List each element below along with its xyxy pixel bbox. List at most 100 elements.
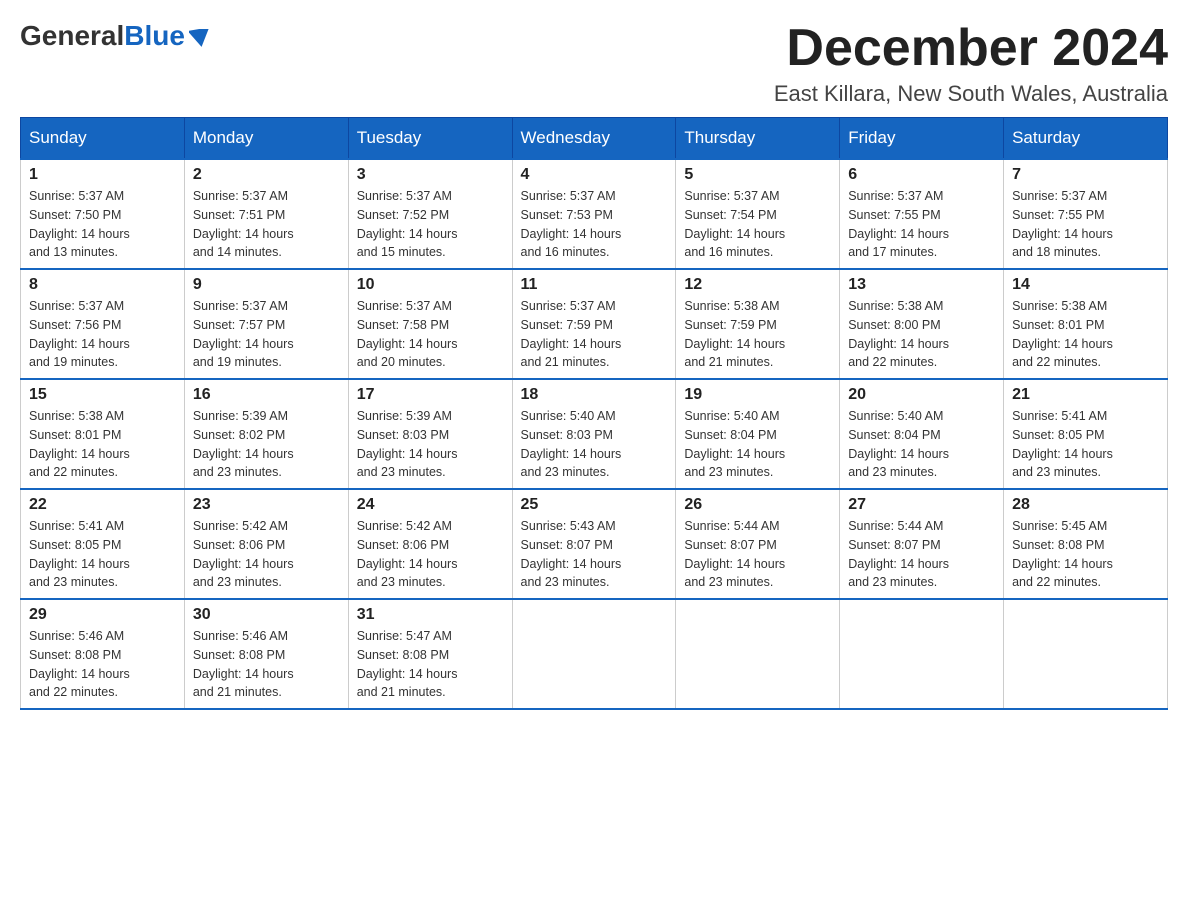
calendar-cell: 31 Sunrise: 5:47 AM Sunset: 8:08 PM Dayl… bbox=[348, 599, 512, 709]
day-info: Sunrise: 5:39 AM Sunset: 8:02 PM Dayligh… bbox=[193, 407, 340, 482]
calendar-cell: 23 Sunrise: 5:42 AM Sunset: 8:06 PM Dayl… bbox=[184, 489, 348, 599]
calendar-cell: 7 Sunrise: 5:37 AM Sunset: 7:55 PM Dayli… bbox=[1004, 159, 1168, 269]
day-info: Sunrise: 5:38 AM Sunset: 8:00 PM Dayligh… bbox=[848, 297, 995, 372]
calendar-week-row: 29 Sunrise: 5:46 AM Sunset: 8:08 PM Dayl… bbox=[21, 599, 1168, 709]
calendar-cell: 17 Sunrise: 5:39 AM Sunset: 8:03 PM Dayl… bbox=[348, 379, 512, 489]
day-info: Sunrise: 5:40 AM Sunset: 8:04 PM Dayligh… bbox=[684, 407, 831, 482]
logo-arrow-icon bbox=[189, 29, 211, 47]
logo-general-text: General bbox=[20, 20, 124, 52]
day-info: Sunrise: 5:40 AM Sunset: 8:03 PM Dayligh… bbox=[521, 407, 668, 482]
logo-blue-part: Blue bbox=[124, 20, 211, 52]
day-number: 7 bbox=[1012, 166, 1159, 184]
logo-blue-text: Blue bbox=[124, 20, 185, 52]
page-header: General Blue December 2024 East Killara,… bbox=[20, 20, 1168, 107]
calendar-cell: 1 Sunrise: 5:37 AM Sunset: 7:50 PM Dayli… bbox=[21, 159, 185, 269]
calendar-cell: 10 Sunrise: 5:37 AM Sunset: 7:58 PM Dayl… bbox=[348, 269, 512, 379]
calendar-cell: 27 Sunrise: 5:44 AM Sunset: 8:07 PM Dayl… bbox=[840, 489, 1004, 599]
calendar-cell: 3 Sunrise: 5:37 AM Sunset: 7:52 PM Dayli… bbox=[348, 159, 512, 269]
day-info: Sunrise: 5:38 AM Sunset: 7:59 PM Dayligh… bbox=[684, 297, 831, 372]
calendar-cell: 6 Sunrise: 5:37 AM Sunset: 7:55 PM Dayli… bbox=[840, 159, 1004, 269]
day-number: 16 bbox=[193, 386, 340, 404]
calendar-cell: 2 Sunrise: 5:37 AM Sunset: 7:51 PM Dayli… bbox=[184, 159, 348, 269]
day-number: 20 bbox=[848, 386, 995, 404]
day-info: Sunrise: 5:42 AM Sunset: 8:06 PM Dayligh… bbox=[193, 517, 340, 592]
location-title: East Killara, New South Wales, Australia bbox=[774, 81, 1168, 107]
day-number: 10 bbox=[357, 276, 504, 294]
calendar-cell: 14 Sunrise: 5:38 AM Sunset: 8:01 PM Dayl… bbox=[1004, 269, 1168, 379]
day-info: Sunrise: 5:37 AM Sunset: 7:52 PM Dayligh… bbox=[357, 187, 504, 262]
day-info: Sunrise: 5:37 AM Sunset: 7:53 PM Dayligh… bbox=[521, 187, 668, 262]
day-info: Sunrise: 5:37 AM Sunset: 7:59 PM Dayligh… bbox=[521, 297, 668, 372]
day-number: 21 bbox=[1012, 386, 1159, 404]
month-title: December 2024 bbox=[774, 20, 1168, 77]
calendar-cell: 18 Sunrise: 5:40 AM Sunset: 8:03 PM Dayl… bbox=[512, 379, 676, 489]
day-number: 12 bbox=[684, 276, 831, 294]
day-number: 8 bbox=[29, 276, 176, 294]
day-number: 4 bbox=[521, 166, 668, 184]
calendar-header-thursday: Thursday bbox=[676, 118, 840, 160]
day-number: 27 bbox=[848, 496, 995, 514]
calendar-week-row: 15 Sunrise: 5:38 AM Sunset: 8:01 PM Dayl… bbox=[21, 379, 1168, 489]
day-info: Sunrise: 5:37 AM Sunset: 7:50 PM Dayligh… bbox=[29, 187, 176, 262]
day-number: 15 bbox=[29, 386, 176, 404]
day-number: 29 bbox=[29, 606, 176, 624]
day-info: Sunrise: 5:46 AM Sunset: 8:08 PM Dayligh… bbox=[193, 627, 340, 702]
day-info: Sunrise: 5:46 AM Sunset: 8:08 PM Dayligh… bbox=[29, 627, 176, 702]
calendar-cell: 25 Sunrise: 5:43 AM Sunset: 8:07 PM Dayl… bbox=[512, 489, 676, 599]
calendar-week-row: 22 Sunrise: 5:41 AM Sunset: 8:05 PM Dayl… bbox=[21, 489, 1168, 599]
day-number: 24 bbox=[357, 496, 504, 514]
calendar-cell: 30 Sunrise: 5:46 AM Sunset: 8:08 PM Dayl… bbox=[184, 599, 348, 709]
day-number: 6 bbox=[848, 166, 995, 184]
day-number: 18 bbox=[521, 386, 668, 404]
day-info: Sunrise: 5:37 AM Sunset: 7:55 PM Dayligh… bbox=[848, 187, 995, 262]
day-info: Sunrise: 5:39 AM Sunset: 8:03 PM Dayligh… bbox=[357, 407, 504, 482]
day-info: Sunrise: 5:44 AM Sunset: 8:07 PM Dayligh… bbox=[684, 517, 831, 592]
day-info: Sunrise: 5:40 AM Sunset: 8:04 PM Dayligh… bbox=[848, 407, 995, 482]
day-number: 22 bbox=[29, 496, 176, 514]
day-number: 31 bbox=[357, 606, 504, 624]
calendar-header-row: SundayMondayTuesdayWednesdayThursdayFrid… bbox=[21, 118, 1168, 160]
day-info: Sunrise: 5:44 AM Sunset: 8:07 PM Dayligh… bbox=[848, 517, 995, 592]
day-number: 2 bbox=[193, 166, 340, 184]
day-number: 9 bbox=[193, 276, 340, 294]
day-info: Sunrise: 5:38 AM Sunset: 8:01 PM Dayligh… bbox=[29, 407, 176, 482]
day-info: Sunrise: 5:41 AM Sunset: 8:05 PM Dayligh… bbox=[29, 517, 176, 592]
day-number: 23 bbox=[193, 496, 340, 514]
day-number: 28 bbox=[1012, 496, 1159, 514]
calendar-cell: 4 Sunrise: 5:37 AM Sunset: 7:53 PM Dayli… bbox=[512, 159, 676, 269]
calendar-table: SundayMondayTuesdayWednesdayThursdayFrid… bbox=[20, 117, 1168, 710]
calendar-header-monday: Monday bbox=[184, 118, 348, 160]
calendar-cell: 24 Sunrise: 5:42 AM Sunset: 8:06 PM Dayl… bbox=[348, 489, 512, 599]
calendar-cell: 11 Sunrise: 5:37 AM Sunset: 7:59 PM Dayl… bbox=[512, 269, 676, 379]
calendar-cell: 12 Sunrise: 5:38 AM Sunset: 7:59 PM Dayl… bbox=[676, 269, 840, 379]
calendar-header-tuesday: Tuesday bbox=[348, 118, 512, 160]
calendar-week-row: 1 Sunrise: 5:37 AM Sunset: 7:50 PM Dayli… bbox=[21, 159, 1168, 269]
day-info: Sunrise: 5:37 AM Sunset: 7:56 PM Dayligh… bbox=[29, 297, 176, 372]
day-info: Sunrise: 5:38 AM Sunset: 8:01 PM Dayligh… bbox=[1012, 297, 1159, 372]
calendar-cell bbox=[840, 599, 1004, 709]
day-info: Sunrise: 5:37 AM Sunset: 7:58 PM Dayligh… bbox=[357, 297, 504, 372]
title-section: December 2024 East Killara, New South Wa… bbox=[774, 20, 1168, 107]
calendar-cell: 5 Sunrise: 5:37 AM Sunset: 7:54 PM Dayli… bbox=[676, 159, 840, 269]
calendar-cell: 19 Sunrise: 5:40 AM Sunset: 8:04 PM Dayl… bbox=[676, 379, 840, 489]
day-info: Sunrise: 5:37 AM Sunset: 7:55 PM Dayligh… bbox=[1012, 187, 1159, 262]
calendar-cell: 8 Sunrise: 5:37 AM Sunset: 7:56 PM Dayli… bbox=[21, 269, 185, 379]
day-number: 1 bbox=[29, 166, 176, 184]
day-info: Sunrise: 5:47 AM Sunset: 8:08 PM Dayligh… bbox=[357, 627, 504, 702]
day-info: Sunrise: 5:37 AM Sunset: 7:54 PM Dayligh… bbox=[684, 187, 831, 262]
day-info: Sunrise: 5:43 AM Sunset: 8:07 PM Dayligh… bbox=[521, 517, 668, 592]
day-number: 3 bbox=[357, 166, 504, 184]
calendar-header-friday: Friday bbox=[840, 118, 1004, 160]
calendar-cell: 21 Sunrise: 5:41 AM Sunset: 8:05 PM Dayl… bbox=[1004, 379, 1168, 489]
calendar-header-sunday: Sunday bbox=[21, 118, 185, 160]
day-number: 5 bbox=[684, 166, 831, 184]
calendar-cell: 26 Sunrise: 5:44 AM Sunset: 8:07 PM Dayl… bbox=[676, 489, 840, 599]
day-number: 25 bbox=[521, 496, 668, 514]
day-info: Sunrise: 5:42 AM Sunset: 8:06 PM Dayligh… bbox=[357, 517, 504, 592]
day-info: Sunrise: 5:45 AM Sunset: 8:08 PM Dayligh… bbox=[1012, 517, 1159, 592]
day-number: 14 bbox=[1012, 276, 1159, 294]
day-info: Sunrise: 5:37 AM Sunset: 7:51 PM Dayligh… bbox=[193, 187, 340, 262]
calendar-cell: 13 Sunrise: 5:38 AM Sunset: 8:00 PM Dayl… bbox=[840, 269, 1004, 379]
calendar-week-row: 8 Sunrise: 5:37 AM Sunset: 7:56 PM Dayli… bbox=[21, 269, 1168, 379]
calendar-cell: 22 Sunrise: 5:41 AM Sunset: 8:05 PM Dayl… bbox=[21, 489, 185, 599]
